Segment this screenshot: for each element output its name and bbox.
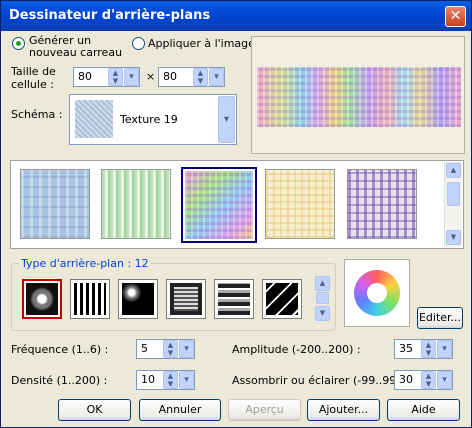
schema-thumbnail	[75, 100, 113, 138]
pattern-option-5[interactable]	[214, 279, 254, 319]
texture-thumb-2[interactable]	[101, 169, 171, 239]
schema-dropdown-button[interactable]: ▾	[218, 96, 235, 143]
texture-thumb-3-selected[interactable]	[181, 167, 257, 243]
cell-height-dropdown[interactable]: ▾	[209, 68, 224, 86]
pattern-option-1-selected[interactable]	[22, 279, 62, 319]
background-type-label: Type d'arrière-plan : 12	[19, 257, 151, 270]
pattern-option-4[interactable]	[166, 279, 206, 319]
close-button[interactable]: ✕	[445, 6, 466, 27]
amplitude-spinner[interactable]: ▲ ▼	[421, 340, 436, 358]
darken-lighten-spinner[interactable]: ▲ ▼	[421, 371, 436, 389]
pattern-option-3[interactable]	[118, 279, 158, 319]
pattern-option-2[interactable]	[70, 279, 110, 319]
pattern-scroll-down[interactable]: ▼	[315, 306, 330, 321]
texture-thumb-4[interactable]	[265, 169, 335, 239]
density-spinner[interactable]: ▲ ▼	[163, 371, 178, 389]
cell-size-label: Taille de cellule :	[11, 65, 56, 91]
apply-radio[interactable]	[132, 37, 145, 50]
density-label: Densité (1..200) :	[11, 374, 108, 387]
cell-height-spinner[interactable]: ▲ ▼	[193, 68, 208, 86]
preview-image	[257, 67, 461, 127]
amplitude-dropdown[interactable]: ▾	[437, 340, 452, 358]
pattern-scroll-thumb[interactable]	[316, 292, 329, 304]
cell-width-spinner[interactable]: ▲ ▼	[108, 68, 123, 86]
preview-button[interactable]: Aperçu	[228, 399, 301, 421]
darken-lighten-label: Assombrir ou éclairer (-99..99%) :	[232, 374, 419, 387]
frequency-dropdown[interactable]: ▾	[179, 340, 194, 358]
texture-thumb-1[interactable]	[20, 169, 90, 239]
color-ring-icon	[354, 270, 400, 316]
frequency-label: Fréquence (1..6) :	[11, 343, 109, 356]
texture-gallery: ▲ ▼	[10, 160, 464, 249]
times-sign: ×	[146, 70, 156, 83]
density-dropdown[interactable]: ▾	[179, 371, 194, 389]
cell-width-dropdown[interactable]: ▾	[124, 68, 139, 86]
generate-label: Générer un nouveau carreau	[29, 34, 123, 59]
gallery-scroll-down[interactable]: ▼	[446, 230, 461, 245]
schema-value: Texture 19	[120, 113, 178, 126]
preview-frame	[251, 36, 465, 154]
edit-button[interactable]: Editer...	[417, 307, 463, 329]
pattern-scroll-up[interactable]: ▲	[315, 276, 330, 291]
window-title: Dessinateur d'arrière-plans	[9, 8, 211, 23]
amplitude-label: Amplitude (-200..200) :	[232, 343, 361, 356]
pattern-scrollbar[interactable]: ▲ ▼	[314, 275, 332, 323]
cancel-button[interactable]: Annuler	[139, 399, 221, 421]
gradient-preview	[344, 259, 410, 327]
frequency-spinner[interactable]: ▲ ▼	[163, 340, 178, 358]
apply-label: Appliquer à l'image	[148, 37, 255, 50]
gallery-scroll-thumb[interactable]	[447, 182, 460, 206]
gallery-scrollbar[interactable]: ▲ ▼	[444, 162, 462, 247]
texture-thumb-5[interactable]	[347, 169, 417, 239]
generate-radio[interactable]	[12, 37, 25, 50]
help-button[interactable]: Aide	[387, 399, 460, 421]
pattern-option-6[interactable]	[262, 279, 302, 319]
title-bar: Dessinateur d'arrière-plans	[1, 1, 471, 31]
gallery-scroll-up[interactable]: ▲	[446, 163, 461, 178]
schema-select[interactable]: Texture 19 ▾	[69, 94, 237, 145]
schema-label: Schéma :	[11, 108, 63, 121]
add-button[interactable]: Ajouter...	[307, 399, 380, 421]
darken-lighten-dropdown[interactable]: ▾	[437, 371, 452, 389]
dialog-window: Dessinateur d'arrière-plans ✕ Générer un…	[0, 0, 472, 428]
ok-button[interactable]: OK	[58, 399, 131, 421]
